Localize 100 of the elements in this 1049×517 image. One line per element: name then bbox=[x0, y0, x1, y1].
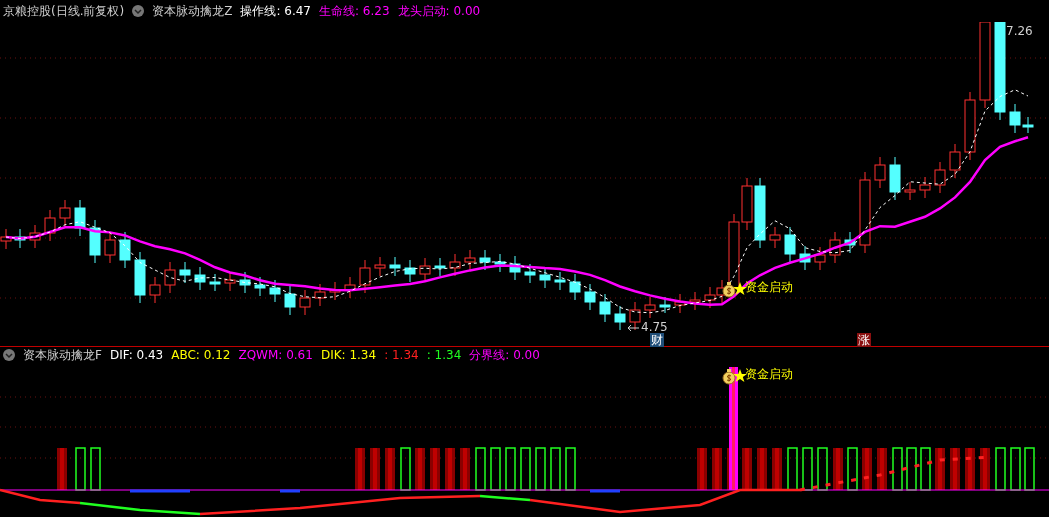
histogram-bar bbox=[490, 447, 501, 491]
candlestick bbox=[874, 156, 886, 189]
candlestick bbox=[14, 228, 26, 249]
candlestick bbox=[769, 226, 781, 249]
candlestick bbox=[344, 276, 356, 299]
histogram-bar bbox=[920, 447, 931, 491]
indicator-value: 龙头启动: 0.00 bbox=[397, 3, 481, 20]
histogram-bar bbox=[1024, 447, 1035, 491]
candlestick bbox=[374, 256, 386, 277]
candlestick bbox=[254, 276, 266, 297]
candlestick bbox=[584, 283, 596, 311]
candlestick bbox=[149, 276, 161, 304]
candlestick bbox=[844, 231, 856, 254]
candlestick bbox=[674, 293, 686, 314]
candlestick bbox=[164, 261, 176, 294]
candlestick bbox=[784, 226, 796, 263]
candlestick bbox=[284, 285, 296, 316]
candlestick bbox=[209, 273, 221, 292]
signal-label: 资金启动 bbox=[745, 366, 793, 383]
histogram-bar bbox=[980, 448, 990, 490]
indicator-name: 资本脉动擒龙F bbox=[23, 347, 102, 364]
money-bag-star-icon bbox=[722, 367, 748, 385]
candlestick bbox=[569, 273, 581, 301]
marker-tag: 涨 bbox=[857, 333, 871, 347]
histogram-bar bbox=[75, 447, 86, 491]
candlestick bbox=[239, 271, 251, 294]
histogram-bar bbox=[475, 447, 486, 491]
histogram-bar bbox=[802, 447, 813, 491]
histogram-bar bbox=[520, 447, 531, 491]
candlestick bbox=[904, 181, 916, 201]
histogram-bar bbox=[415, 448, 425, 490]
histogram-bar bbox=[772, 448, 782, 490]
candlestick bbox=[524, 263, 536, 284]
candlestick bbox=[509, 255, 521, 281]
candlestick bbox=[494, 253, 506, 273]
candlestick bbox=[689, 291, 701, 311]
histogram-bar bbox=[833, 448, 843, 490]
candlestick bbox=[829, 231, 841, 264]
candlestick bbox=[59, 199, 71, 227]
candlestick bbox=[644, 296, 656, 319]
candlestick bbox=[889, 156, 901, 201]
chevron-down-icon[interactable] bbox=[132, 5, 145, 17]
histogram-bar bbox=[550, 447, 561, 491]
histogram-bar bbox=[280, 489, 300, 493]
histogram-bar bbox=[935, 448, 945, 490]
indicator-value: DIF: 0.43 bbox=[109, 347, 164, 364]
money-bag-star-icon bbox=[722, 280, 748, 298]
histogram-bar bbox=[906, 447, 917, 491]
histogram-bar bbox=[877, 448, 887, 490]
candlestick bbox=[539, 266, 551, 289]
indicator-value: ABC: 0.12 bbox=[171, 347, 231, 364]
candlestick bbox=[754, 177, 766, 249]
histogram-bar bbox=[697, 448, 707, 490]
candlestick bbox=[89, 219, 101, 264]
indicator-value: ZQWM: 0.61 bbox=[238, 347, 313, 364]
candlestick bbox=[919, 176, 931, 199]
candlestick bbox=[599, 293, 611, 323]
candlestick bbox=[119, 231, 131, 269]
signal-label: 资金启动 bbox=[745, 279, 793, 296]
histogram-bar bbox=[385, 448, 395, 490]
histogram-bar bbox=[847, 447, 858, 491]
histogram-bar bbox=[57, 448, 67, 490]
candlestick bbox=[629, 301, 641, 331]
chevron-down-icon[interactable] bbox=[3, 349, 15, 361]
histogram-bar bbox=[460, 448, 470, 490]
candlestick bbox=[359, 259, 371, 294]
candlestick bbox=[554, 271, 566, 291]
histogram-bar bbox=[355, 448, 365, 490]
candlestick bbox=[74, 199, 86, 237]
candlestick bbox=[44, 209, 56, 242]
histogram-bar bbox=[130, 489, 190, 493]
indicator-value: 分界线: 0.00 bbox=[469, 347, 540, 364]
low-price-label: 4.75 bbox=[641, 320, 668, 334]
candlestick bbox=[299, 289, 311, 316]
histogram-bar bbox=[757, 448, 767, 490]
histogram-bar bbox=[787, 447, 798, 491]
histogram-bar bbox=[90, 447, 101, 491]
histogram-bar bbox=[742, 448, 752, 490]
candlestick bbox=[194, 266, 206, 291]
histogram-bar bbox=[817, 447, 828, 491]
high-price-label: 7.26 bbox=[1006, 24, 1033, 38]
candlestick bbox=[964, 91, 976, 161]
histogram-bar bbox=[995, 447, 1006, 491]
candlestick bbox=[464, 249, 476, 271]
candlestick bbox=[434, 257, 446, 277]
histogram-bar bbox=[892, 447, 903, 491]
candlestick bbox=[179, 261, 191, 284]
candlestick bbox=[704, 286, 716, 309]
indicator-value: : 1.34 bbox=[384, 347, 419, 364]
histogram-bar bbox=[400, 447, 411, 491]
candlestick bbox=[934, 161, 946, 194]
histogram-bar bbox=[370, 448, 380, 490]
indicator-name: 资本脉动擒龙Z bbox=[152, 3, 233, 20]
histogram-bar bbox=[950, 448, 960, 490]
histogram-bar bbox=[505, 447, 516, 491]
arrow-left-icon bbox=[627, 324, 639, 332]
candlestick bbox=[29, 224, 41, 249]
histogram-bar bbox=[712, 448, 722, 490]
candlestick bbox=[224, 271, 236, 292]
indicator-value: : 1.34 bbox=[426, 347, 462, 364]
